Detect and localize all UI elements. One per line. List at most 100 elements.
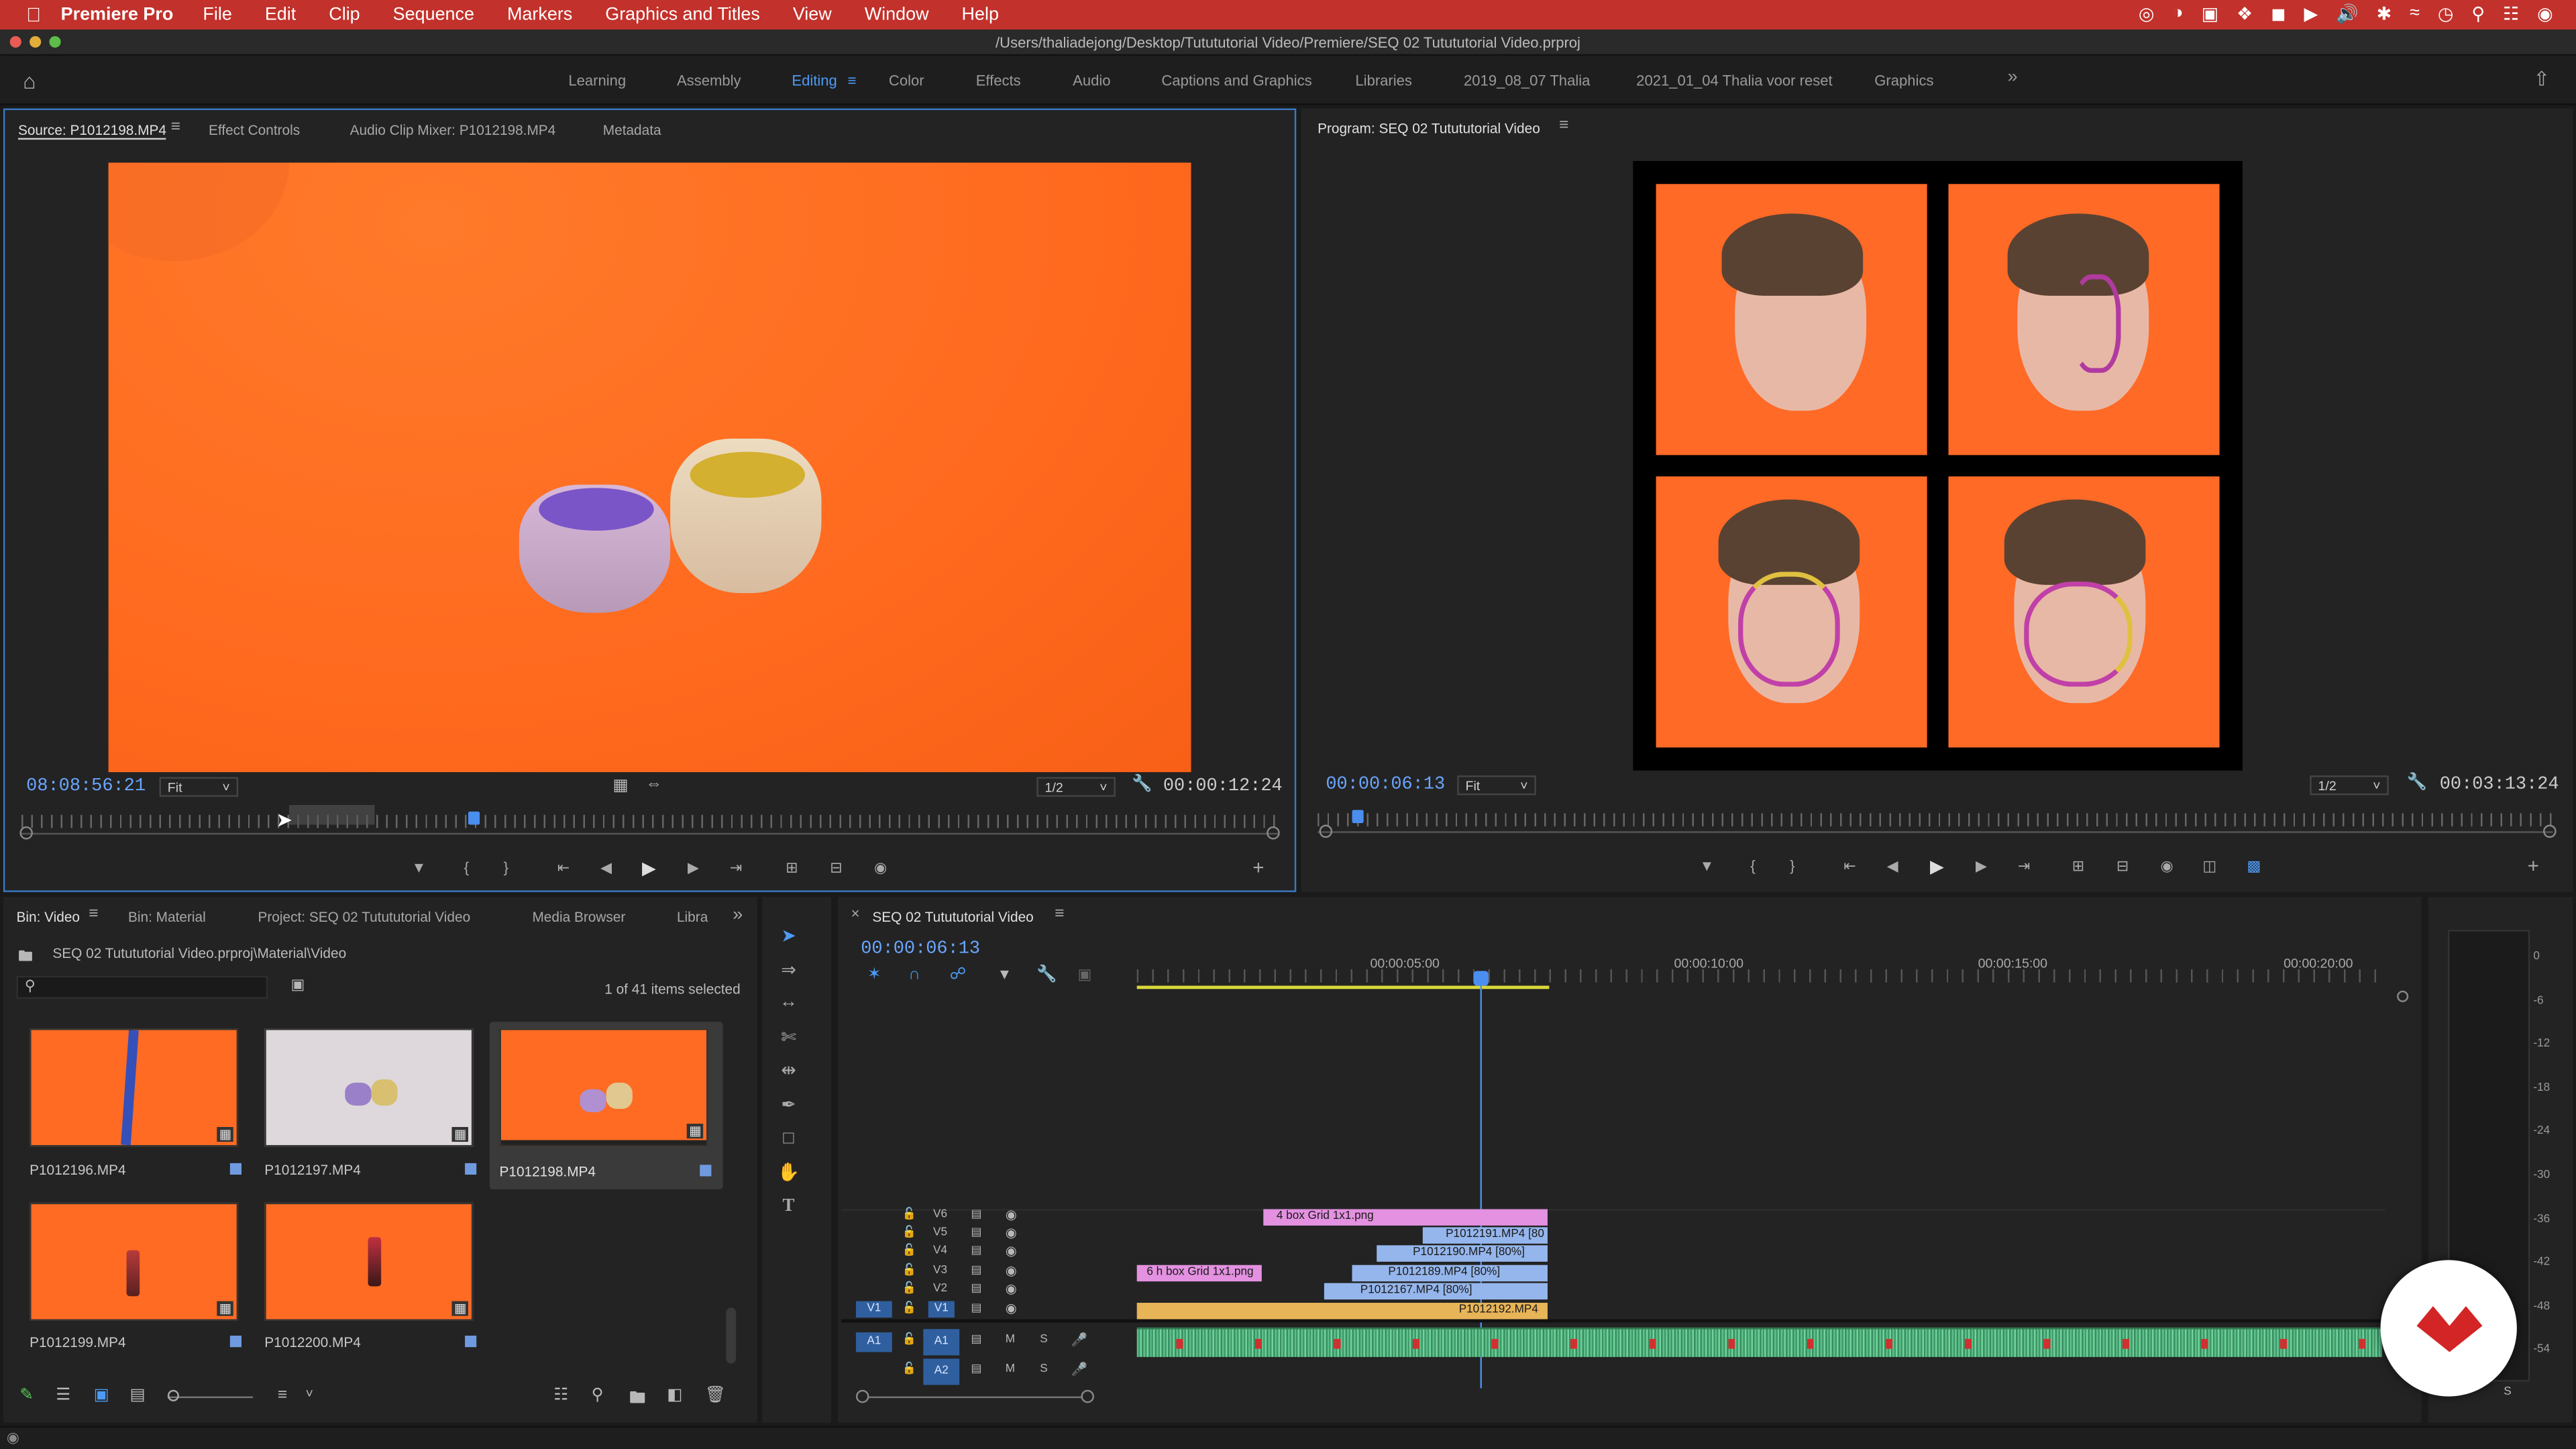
mark-in-button[interactable]: {: [1741, 856, 1764, 875]
track-label[interactable]: V6: [933, 1209, 947, 1220]
hand-tool-icon[interactable]: ✋: [777, 1160, 800, 1183]
menu-view[interactable]: View: [793, 5, 832, 24]
find-icon[interactable]: ⚲: [592, 1387, 604, 1405]
close-window-button[interactable]: [9, 36, 21, 48]
program-fit-select[interactable]: Fit ˅: [1457, 775, 1536, 796]
label-color-icon[interactable]: [229, 1163, 242, 1175]
workspace-custom-2[interactable]: 2021_01_04 Thalia voor reset: [1636, 72, 1832, 89]
source-zoom-bar[interactable]: [289, 805, 375, 825]
menu-file[interactable]: File: [203, 5, 231, 24]
source-fit-select[interactable]: Fit ˅: [159, 777, 239, 797]
new-search-bin-icon[interactable]: ▣: [290, 976, 305, 994]
source-resolution-select[interactable]: 1/2 ˅: [1036, 777, 1116, 797]
captions-icon[interactable]: ▣: [1078, 966, 1092, 984]
more-workspaces-icon[interactable]: »: [2008, 67, 2018, 87]
bin-search-input[interactable]: ⚲: [16, 975, 268, 999]
eye-icon[interactable]: ◉: [1006, 1301, 1017, 1316]
program-scroll-start-handle[interactable]: [1319, 824, 1333, 838]
home-icon[interactable]: ⌂: [23, 69, 36, 94]
drag-video-icon[interactable]: ▦: [612, 777, 628, 795]
export-frame-button[interactable]: ◉: [2155, 856, 2178, 875]
clip-v3[interactable]: P1012189.MP4 [80%]: [1352, 1265, 1548, 1282]
type-tool-icon[interactable]: T: [777, 1194, 800, 1217]
share-icon[interactable]: ⇧: [2533, 67, 2550, 90]
status-icon[interactable]: ◉: [7, 1430, 19, 1448]
sync-lock-icon[interactable]: ▤: [971, 1208, 981, 1220]
step-back-button[interactable]: ◀: [1881, 856, 1904, 875]
tab-program[interactable]: Program: SEQ 02 Tutututorial Video: [1318, 120, 1540, 136]
play-button[interactable]: ▶: [1925, 856, 1948, 876]
source-playhead-timecode[interactable]: 08:08:56:21: [26, 777, 146, 796]
nest-icon[interactable]: ✶: [867, 966, 881, 984]
close-tab-icon[interactable]: ×: [851, 905, 860, 921]
sync-lock-icon[interactable]: ▤: [971, 1301, 981, 1314]
app-name[interactable]: Premiere Pro: [61, 5, 174, 24]
track-select-tool-icon[interactable]: ⇒: [777, 958, 800, 981]
sync-lock-icon[interactable]: ▤: [971, 1332, 981, 1346]
export-frame-button[interactable]: ◉: [869, 857, 892, 877]
more-tabs-icon[interactable]: »: [733, 905, 743, 924]
tab-audio-clip-mixer[interactable]: Audio Clip Mixer: P1012198.MP4: [350, 121, 556, 138]
razor-tool-icon[interactable]: ✄: [777, 1025, 800, 1048]
play-circle-icon[interactable]: ▶: [2304, 3, 2318, 24]
bin-scrollbar[interactable]: [726, 1307, 737, 1364]
source-scroll-track[interactable]: [21, 833, 1279, 835]
clip-v6-grid[interactable]: 4 box Grid 1x1.png: [1263, 1209, 1548, 1226]
eye-icon[interactable]: ◉: [1006, 1263, 1017, 1278]
button-editor-add-icon[interactable]: +: [2522, 854, 2544, 877]
control-center-icon[interactable]: ☷: [2503, 3, 2519, 24]
list-view-icon[interactable]: ☰: [56, 1387, 70, 1405]
timeline-scrollbar[interactable]: [869, 1396, 1083, 1399]
bin-item-p1012199[interactable]: ▦ P1012199.MP4: [19, 1196, 242, 1358]
wifi-icon[interactable]: ≈: [2410, 3, 2420, 25]
program-scroll-end-handle[interactable]: [2543, 824, 2557, 838]
tab-metadata[interactable]: Metadata: [603, 121, 661, 138]
clip-v2[interactable]: P1012167.MP4 [80%]: [1324, 1283, 1548, 1300]
lock-icon[interactable]: 🔓: [902, 1281, 916, 1295]
lock-icon[interactable]: 🔓: [902, 1244, 916, 1256]
timeline-scroll-end-handle[interactable]: [1081, 1389, 1095, 1403]
bluetooth-icon[interactable]: ✱: [2377, 3, 2392, 24]
lift-button[interactable]: ⊞: [2067, 856, 2090, 875]
menu-markers[interactable]: Markers: [507, 5, 572, 24]
mark-out-button[interactable]: }: [1781, 856, 1804, 875]
program-video-frame[interactable]: [1633, 161, 2243, 771]
label-color-icon[interactable]: [465, 1163, 477, 1175]
workspace-assembly[interactable]: Assembly: [677, 72, 741, 89]
program-playhead[interactable]: [1352, 810, 1364, 823]
drag-audio-icon[interactable]: ⇔: [645, 775, 661, 794]
tab-bin-video[interactable]: Bin: Video: [16, 908, 80, 924]
program-resolution-select[interactable]: 1/2 ˅: [2310, 775, 2389, 796]
thumbnail-size-slider[interactable]: [167, 1396, 254, 1399]
panel-menu-icon[interactable]: ≡: [89, 905, 98, 923]
step-forward-button[interactable]: ▶: [1970, 856, 1992, 875]
apple-icon[interactable]: : [26, 3, 41, 26]
track-label[interactable]: V5: [933, 1227, 947, 1238]
lock-icon[interactable]: 🔓: [902, 1263, 916, 1277]
linked-selection-icon[interactable]: ☍: [950, 966, 967, 984]
bin-item-p1012200[interactable]: ▦ P1012200.MP4: [255, 1196, 477, 1358]
go-to-out-button[interactable]: ⇥: [2012, 856, 2035, 875]
play-button[interactable]: ▶: [637, 857, 660, 878]
tab-effect-controls[interactable]: Effect Controls: [209, 121, 300, 138]
eye-icon[interactable]: ◉: [1006, 1244, 1017, 1258]
tab-sequence[interactable]: SEQ 02 Tutututorial Video: [872, 908, 1033, 924]
step-back-button[interactable]: ◀: [595, 857, 618, 877]
zoom-window-button[interactable]: [49, 36, 61, 48]
mute-button[interactable]: M: [1006, 1364, 1015, 1375]
freeform-view-icon[interactable]: ▤: [129, 1387, 145, 1405]
menu-window[interactable]: Window: [865, 5, 929, 24]
display-icon[interactable]: ▣: [2202, 3, 2218, 24]
extract-button[interactable]: ⊟: [2111, 856, 2134, 875]
sync-lock-icon[interactable]: ▤: [971, 1226, 981, 1238]
source-scroll-start-handle[interactable]: [19, 826, 33, 840]
clip-v1[interactable]: P1012192.MP4: [1136, 1303, 1548, 1320]
workspace-learning[interactable]: Learning: [568, 72, 626, 89]
menu-graphics-titles[interactable]: Graphics and Titles: [605, 5, 760, 24]
workspace-custom-1[interactable]: 2019_08_07 Thalia: [1464, 72, 1590, 89]
label-color-icon[interactable]: [465, 1336, 477, 1348]
siri-icon[interactable]: ◉: [2537, 3, 2553, 24]
wrench-icon[interactable]: 🔧: [1132, 775, 1152, 794]
timeline-playhead-handle[interactable]: [1473, 971, 1489, 986]
pen-tool-icon[interactable]: ✒: [777, 1093, 800, 1116]
